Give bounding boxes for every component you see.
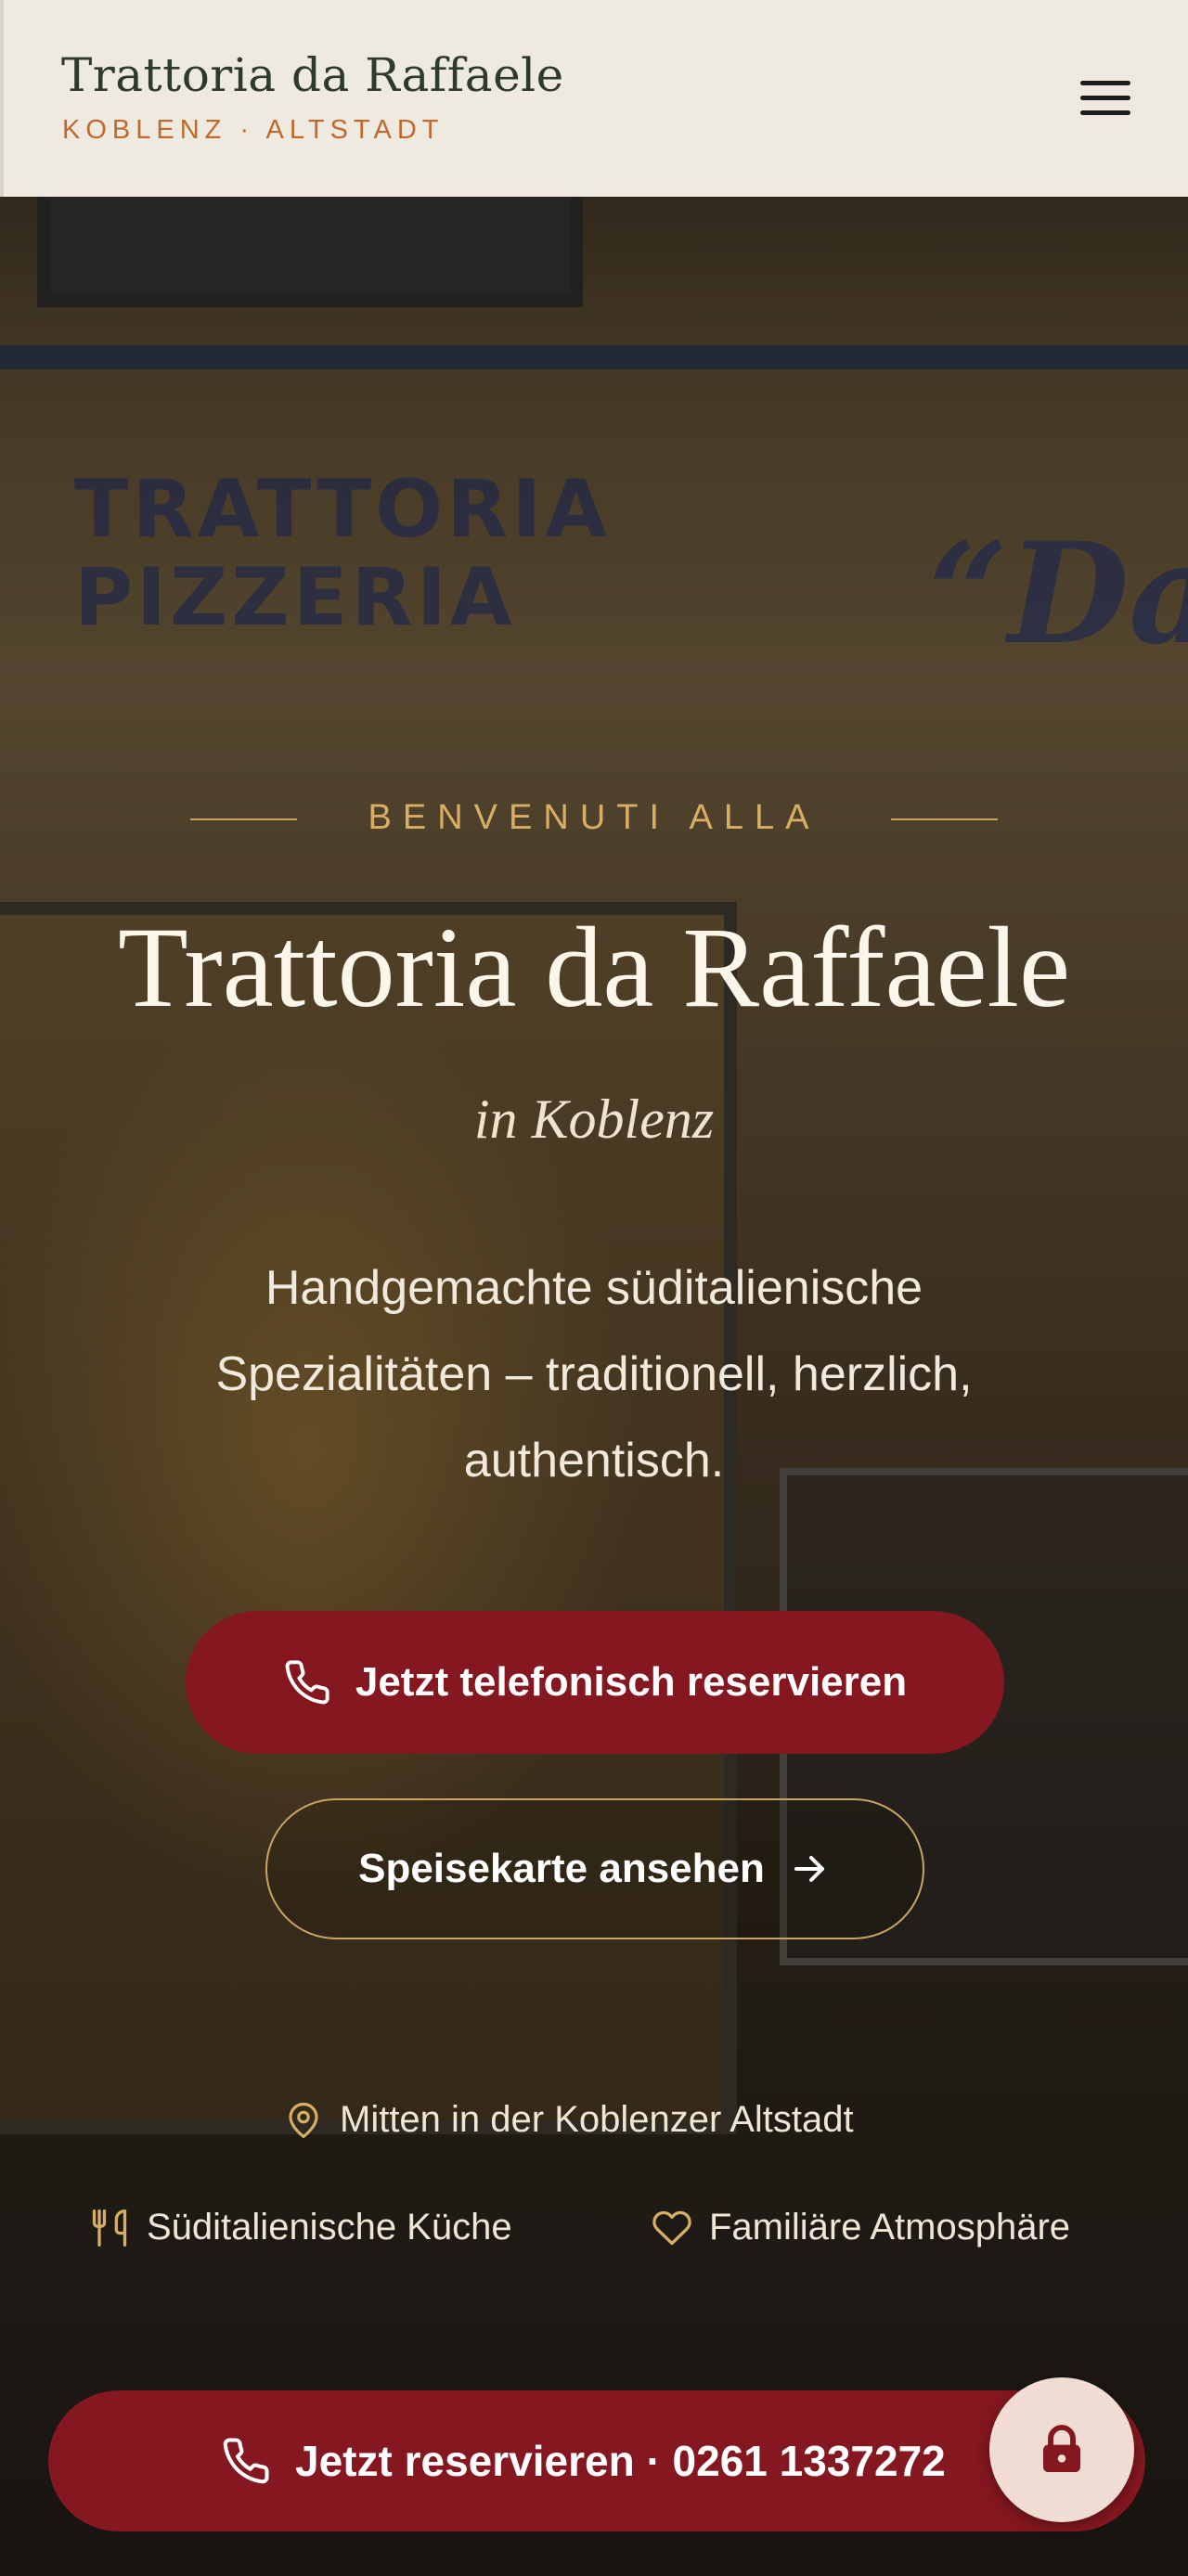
hero-tagline: Handgemachte süditalienische Spezialität… (215, 1261, 973, 1488)
site-header: Trattoria da Raffaele KOBLENZ · ALTSTADT (0, 0, 1188, 197)
brand-subtitle: KOBLENZ · ALTSTADT (62, 115, 445, 145)
sticky-reserve-label: Jetzt reservieren · 0261 1337272 (295, 2437, 946, 2485)
hamburger-menu-button[interactable] (1071, 67, 1140, 128)
feature-location-label: Mitten in der Koblenzer Altstadt (340, 2099, 854, 2140)
hero-subtitle: in Koblenz (473, 1088, 715, 1150)
welcome-row: BENVENUTI ALLA (0, 791, 1188, 846)
phone-icon (283, 1658, 331, 1707)
feature-atmosphere-label: Familiäre Atmosphäre (709, 2207, 1071, 2248)
lock-icon (1032, 2420, 1091, 2479)
call-to-reserve-label: Jetzt telefonisch reservieren (355, 1659, 908, 1705)
phone-icon (221, 2436, 271, 2486)
hero-title: Trattoria da Raffaele (117, 904, 1071, 1031)
map-pin-icon (284, 2101, 323, 2140)
menu-bar (1080, 109, 1130, 115)
hero-section: TRATTORIA PIZZERIA “Da BENVENUTI ALLA Tr… (0, 197, 1188, 2576)
feature-kitchen-label: Süditalienische Küche (147, 2207, 512, 2248)
feature-location: Mitten in der Koblenzer Altstadt (284, 2099, 854, 2141)
menu-bar (1080, 95, 1130, 100)
privacy-lock-button[interactable] (989, 2377, 1134, 2522)
sticky-reserve-bar[interactable]: Jetzt reservieren · 0261 1337272 (48, 2390, 1145, 2531)
call-to-reserve-button[interactable]: Jetzt telefonisch reservieren (186, 1611, 1004, 1754)
welcome-text: BENVENUTI ALLA (368, 798, 820, 837)
brand-title[interactable]: Trattoria da Raffaele (61, 48, 564, 102)
hamburger-menu-icon (1080, 80, 1130, 85)
feature-atmosphere: Familiäre Atmosphäre (652, 2207, 1070, 2248)
view-menu-button[interactable]: Speisekarte ansehen (265, 1798, 924, 1939)
heart-icon (652, 2208, 692, 2248)
feature-kitchen: Süditalienische Küche (89, 2207, 512, 2248)
arrow-right-icon (787, 1847, 832, 1891)
utensils-icon (89, 2208, 130, 2248)
view-menu-label: Speisekarte ansehen (358, 1846, 765, 1891)
welcome-divider-right (891, 818, 998, 820)
